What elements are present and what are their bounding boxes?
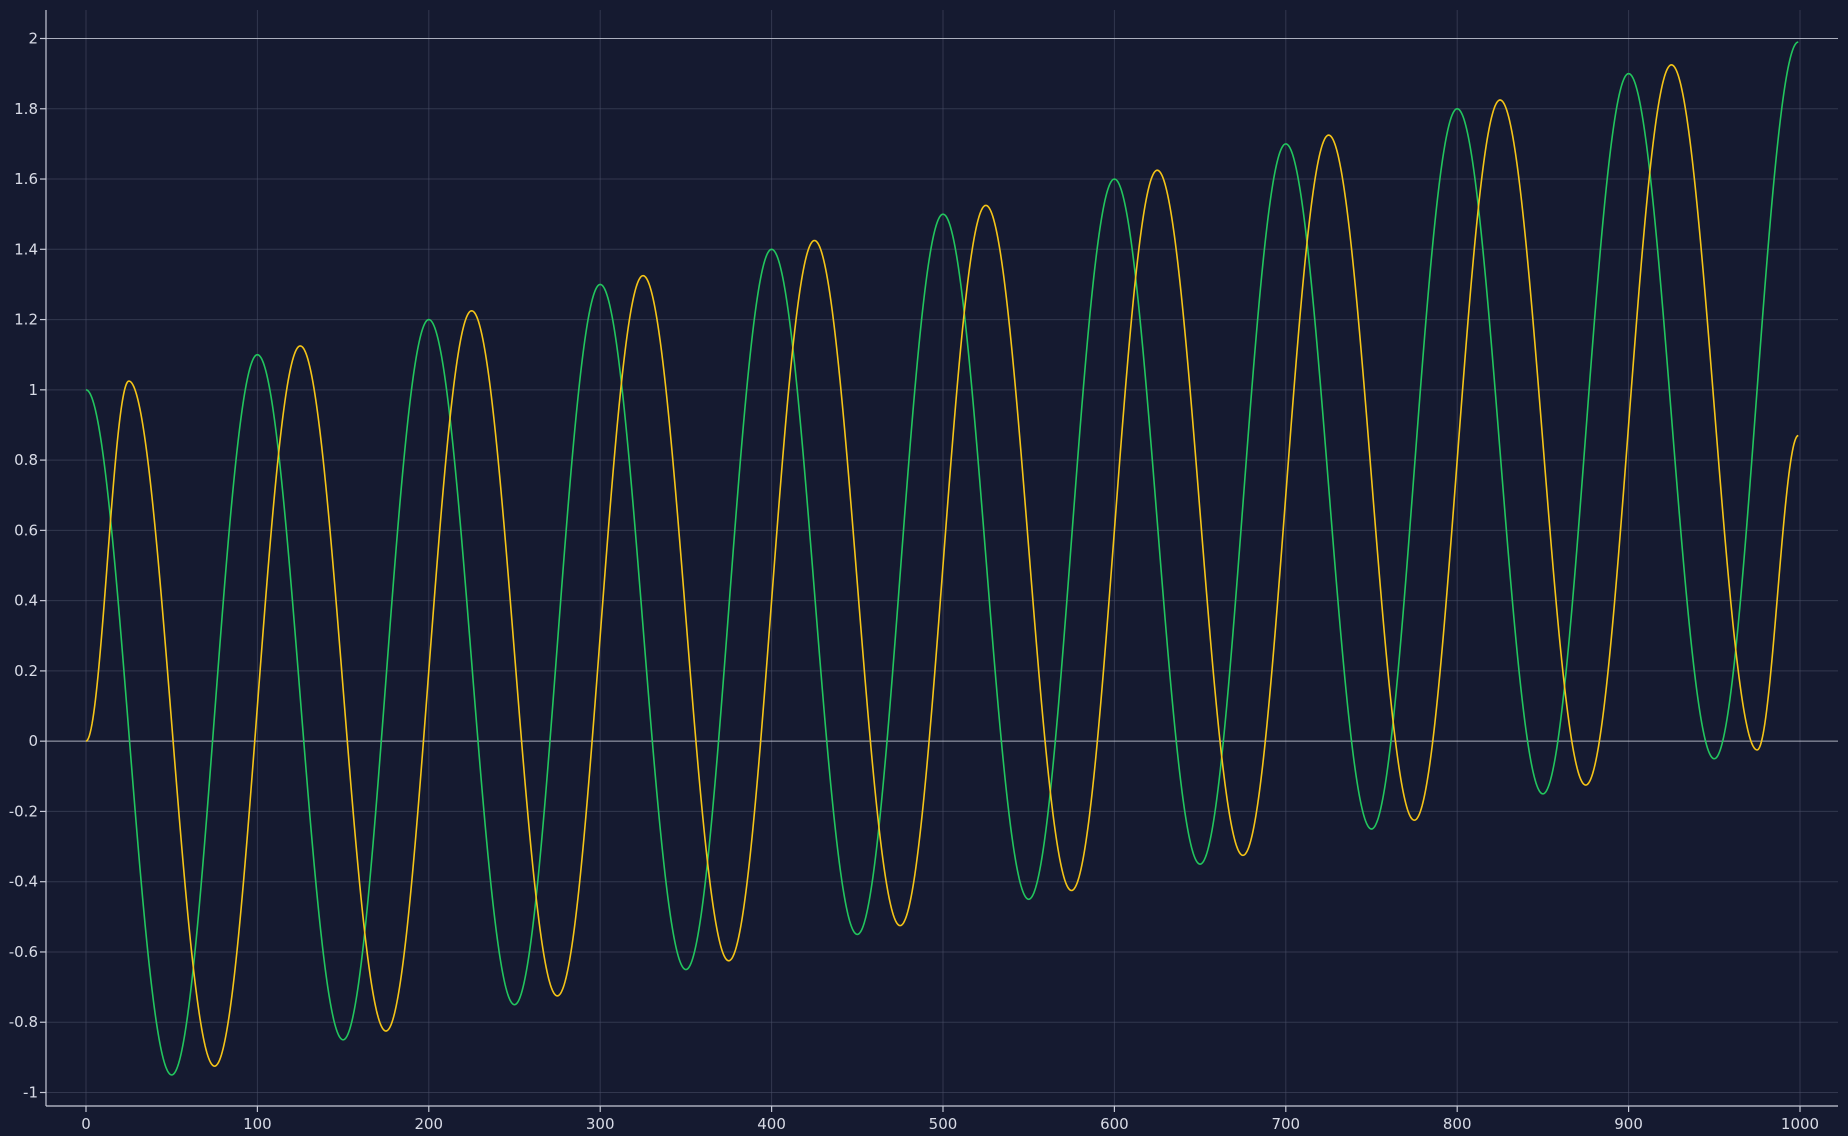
y-tick-label-1: 1 — [28, 381, 38, 399]
x-tick-label-500: 500 — [929, 1115, 958, 1133]
x-tick-label-0: 0 — [81, 1115, 91, 1133]
y-tick-label--0.6: -0.6 — [9, 943, 38, 961]
y-tick-label-2: 2 — [28, 30, 38, 48]
y-tick-label--0.2: -0.2 — [9, 802, 38, 820]
y-tick-label-0.2: 0.2 — [14, 662, 38, 680]
x-tick-label-1000: 1000 — [1781, 1115, 1819, 1133]
y-tick-label--1: -1 — [23, 1084, 38, 1102]
chart-background — [0, 0, 1848, 1136]
x-tick-label-100: 100 — [243, 1115, 272, 1133]
y-tick-label-1.2: 1.2 — [14, 311, 38, 329]
line-chart: 0 100 200 300 400 500 600 700 800 900 1000 -1 -0.8 -0… — [0, 0, 1848, 1136]
x-tick-label-700: 700 — [1271, 1115, 1300, 1133]
y-tick-label--0.4: -0.4 — [9, 873, 38, 891]
y-tick-label-0.4: 0.4 — [14, 592, 38, 610]
y-tick-label-0.8: 0.8 — [14, 451, 38, 469]
y-tick-label-1.4: 1.4 — [14, 240, 38, 258]
x-tick-label-300: 300 — [586, 1115, 615, 1133]
x-tick-label-600: 600 — [1100, 1115, 1129, 1133]
x-tick-label-200: 200 — [414, 1115, 443, 1133]
y-tick-label-0.6: 0.6 — [14, 521, 38, 539]
x-tick-label-800: 800 — [1443, 1115, 1472, 1133]
y-tick-label-0: 0 — [28, 732, 38, 750]
y-tick-label-1.6: 1.6 — [14, 170, 38, 188]
x-tick-label-900: 900 — [1614, 1115, 1643, 1133]
y-tick-label-1.8: 1.8 — [14, 100, 38, 118]
y-tick-label--0.8: -0.8 — [9, 1013, 38, 1031]
x-tick-label-400: 400 — [757, 1115, 786, 1133]
